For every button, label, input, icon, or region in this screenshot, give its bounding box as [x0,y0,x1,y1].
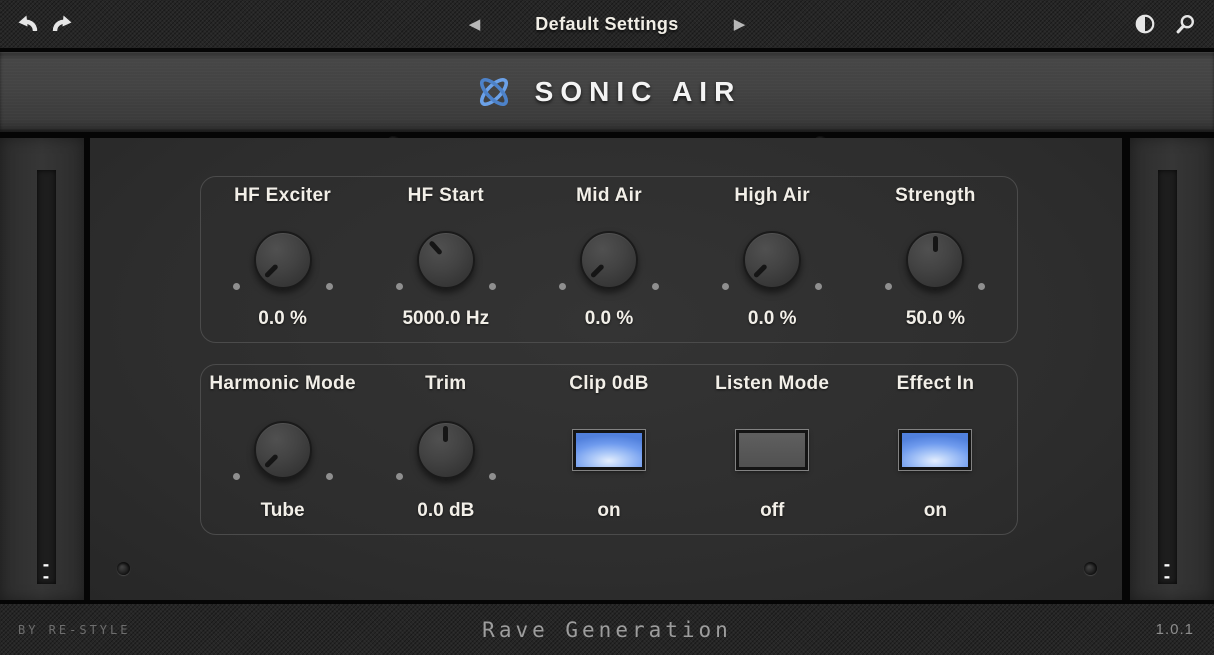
hf-start-knob[interactable] [417,231,475,289]
knob-min-dot [722,283,729,290]
preset-next-button[interactable]: ▶ [734,17,746,32]
knob-pointer [264,453,279,468]
knob-min-dot [233,283,240,290]
knob-min-dot [396,283,403,290]
screw-icon [1084,562,1097,575]
control-value: on [924,500,947,524]
control-label: HF Start [408,185,484,211]
control-label: Clip 0dB [569,373,648,399]
control-value: 5000.0 Hz [402,308,489,332]
control-label: Strength [895,185,976,211]
knob-max-dot [815,283,822,290]
control-hf-exciter: HF Exciter 0.0 % [201,177,364,342]
right-meter-readout: -- [1158,559,1177,583]
right-meter-strip: -- [1130,138,1214,600]
control-mid-air: Mid Air 0.0 % [527,177,690,342]
preset-name[interactable]: Default Settings [535,14,678,35]
control-clip-0db: Clip 0dB on [527,365,690,534]
preset-prev-button[interactable]: ◀ [469,17,481,32]
control-value: off [760,500,784,524]
control-label: High Air [734,185,810,211]
mid-air-knob[interactable] [580,231,638,289]
control-label: Trim [425,373,466,399]
knob-max-dot [978,283,985,290]
main-panel: HF Exciter 0.0 % HF Start [90,138,1122,600]
knob-pointer [428,240,442,255]
header-panel: SONIC AIR [0,52,1214,132]
effect-in-button[interactable] [899,430,971,470]
mode-group: Harmonic Mode Tube Trim [200,364,1018,535]
left-level-meter: -- [37,170,56,584]
control-label: Harmonic Mode [209,373,355,399]
control-value: on [597,500,620,524]
knob-pointer [590,263,605,278]
left-meter-strip: -- [0,138,84,600]
logo-text: SONIC AIR [535,76,742,108]
knob-min-dot [396,473,403,480]
knob-max-dot [326,473,333,480]
screw-icon [117,562,130,575]
harmonic-mode-knob[interactable] [254,421,312,479]
knob-pointer [933,236,938,252]
control-value: 50.0 % [906,308,965,332]
control-effect-in: Effect In on [854,365,1017,534]
control-hf-start: HF Start 5000.0 Hz [364,177,527,342]
control-value: 0.0 dB [417,500,474,524]
control-trim: Trim 0.0 dB [364,365,527,534]
knob-min-dot [885,283,892,290]
zoom-icon[interactable] [1172,11,1198,37]
window-tools [1132,0,1198,48]
version-text: 1.0.1 [1156,621,1194,638]
knob-pointer [753,263,768,278]
control-value: 0.0 % [748,308,797,332]
plugin-title: Rave Generation [0,618,1214,642]
knob-max-dot [652,283,659,290]
control-value: 0.0 % [258,308,307,332]
strength-knob[interactable] [906,231,964,289]
knob-max-dot [489,283,496,290]
preset-selector: ◀ Default Settings ▶ [0,0,1214,48]
control-harmonic-mode: Harmonic Mode Tube [201,365,364,534]
control-value: Tube [261,500,305,524]
control-label: Listen Mode [715,373,829,399]
knob-min-dot [559,283,566,290]
control-listen-mode: Listen Mode off [691,365,854,534]
control-label: Effect In [897,373,975,399]
knob-pointer [443,426,448,442]
knob-min-dot [233,473,240,480]
knob-max-dot [326,283,333,290]
left-meter-readout: -- [37,559,56,583]
control-strength: Strength 50.0 % [854,177,1017,342]
bottom-bar: BY RE-STYLE Rave Generation 1.0.1 [0,604,1214,655]
control-value: 0.0 % [585,308,634,332]
swirl-atom-icon [473,71,515,113]
high-air-knob[interactable] [743,231,801,289]
title-bar: ◀ Default Settings ▶ [0,0,1214,48]
listen-mode-button[interactable] [736,430,808,470]
control-label: Mid Air [576,185,642,211]
exciter-group: HF Exciter 0.0 % HF Start [200,176,1018,343]
right-level-meter: -- [1158,170,1177,584]
logo: SONIC AIR [473,71,742,113]
plugin-window: ◀ Default Settings ▶ [0,0,1214,655]
knob-pointer [264,263,279,278]
control-high-air: High Air 0.0 % [691,177,854,342]
trim-knob[interactable] [417,421,475,479]
control-label: HF Exciter [234,185,331,211]
knob-max-dot [489,473,496,480]
contrast-icon[interactable] [1132,11,1158,37]
clip-0db-button[interactable] [573,430,645,470]
hf-exciter-knob[interactable] [254,231,312,289]
